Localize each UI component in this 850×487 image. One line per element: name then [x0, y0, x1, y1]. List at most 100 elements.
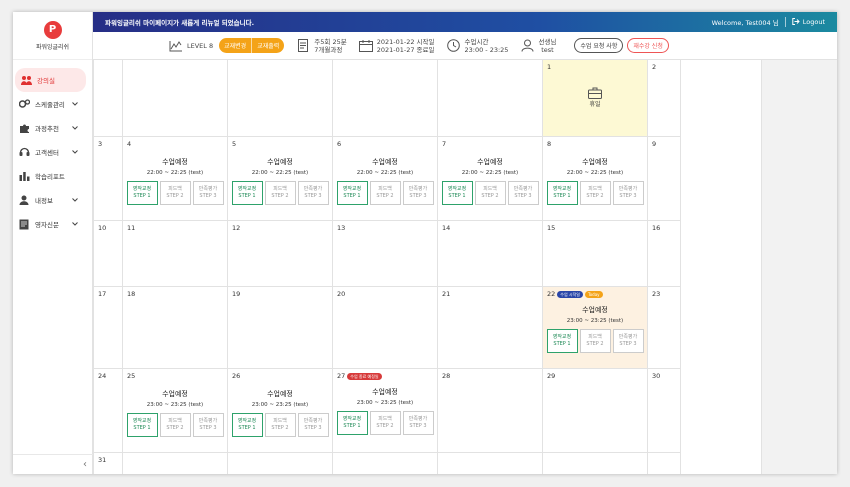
step-1-button[interactable]: 영작교정 STEP 1 [231, 413, 263, 437]
calendar-day[interactable]: 4 수업예정 22:00 ~ 22:25 (test) 영작교정 STEP 1 피드백 ST… [123, 137, 228, 221]
step-1-button[interactable]: 영작교정 STEP 1 [441, 181, 473, 205]
class-request-button[interactable]: 수업 요청 사항 [574, 38, 624, 53]
teacher-name: test [541, 45, 554, 54]
step-3-button[interactable]: 만족평가 STEP 3 [612, 181, 644, 205]
calendar-day[interactable]: 12 [228, 221, 333, 287]
calendar-day[interactable]: 13 [333, 221, 438, 287]
step-1-button[interactable]: 영작교정 STEP 1 [336, 181, 368, 205]
calendar-day[interactable]: 21 [438, 287, 543, 369]
sidebar-item-6[interactable]: 영자신문 [13, 212, 92, 236]
step-2-button[interactable]: 피드백 STEP 2 [159, 181, 191, 205]
calendar-day[interactable] [648, 453, 681, 474]
step-2-button[interactable]: 피드백 STEP 2 [159, 413, 191, 437]
sidebar-item-2[interactable]: 과정추천 [13, 116, 92, 140]
calendar-day[interactable]: 18 [123, 287, 228, 369]
step-2-button[interactable]: 피드백 STEP 2 [579, 329, 611, 353]
sidebar-item-0[interactable]: 강의실 [15, 68, 86, 92]
calendar-day[interactable]: 7 수업예정 22:00 ~ 22:25 (test) 영작교정 STEP 1 피드백 ST… [438, 137, 543, 221]
step-1-button[interactable]: 영작교정 STEP 1 [126, 413, 158, 437]
step-3-button[interactable]: 만족평가 STEP 3 [507, 181, 539, 205]
step-3-button[interactable]: 만족평가 STEP 3 [402, 411, 434, 435]
calendar-day[interactable]: 16 [648, 221, 681, 287]
sidebar-item-5[interactable]: 내정보 [13, 188, 92, 212]
calendar-day[interactable]: 6 수업예정 22:00 ~ 22:25 (test) 영작교정 STEP 1 피드백 ST… [333, 137, 438, 221]
calendar-day[interactable]: 22 수업 시작일 Today 수업예정 23:00 ~ 23:25 (test) 영작교… [543, 287, 648, 369]
change-book-button[interactable]: 교재변경 [219, 38, 252, 53]
day-number: 1 [547, 63, 552, 71]
calendar-day[interactable]: 15 [543, 221, 648, 287]
calendar-day[interactable]: 5 수업예정 22:00 ~ 22:25 (test) 영작교정 STEP 1 피드백 ST… [228, 137, 333, 221]
calendar-day[interactable]: 26 수업예정 23:00 ~ 23:25 (test) 영작교정 STEP 1 피드백 S… [228, 369, 333, 453]
lesson-time: 22:00 ~ 22:25 (test) [251, 170, 309, 176]
calendar-day[interactable]: 17 [94, 287, 123, 369]
calendar-day[interactable]: 1 휴일 [543, 60, 648, 137]
step-title: 피드백 [273, 418, 287, 424]
calendar-day[interactable] [438, 453, 543, 474]
sidebar-collapse-button[interactable]: ‹ [13, 454, 93, 474]
calendar-day[interactable]: 14 [438, 221, 543, 287]
sidebar-item-3[interactable]: 고객센터 [13, 140, 92, 164]
step-2-button[interactable]: 피드백 STEP 2 [369, 411, 401, 435]
calendar-day[interactable]: 31 [94, 453, 123, 474]
calendar-day[interactable]: 29 [543, 369, 648, 453]
calendar-day[interactable] [228, 453, 333, 474]
step-3-button[interactable]: 만족평가 STEP 3 [192, 413, 224, 437]
calendar-day[interactable]: 25 수업예정 23:00 ~ 23:25 (test) 영작교정 STEP 1 피드백 S… [123, 369, 228, 453]
calendar-day[interactable] [228, 60, 333, 137]
step-3-button[interactable]: 만족평가 STEP 3 [297, 413, 329, 437]
step-1-button[interactable]: 영작교정 STEP 1 [546, 181, 578, 205]
step-1-button[interactable]: 영작교정 STEP 1 [546, 329, 578, 353]
step-buttons: 영작교정 STEP 1 피드백 STEP 2 만족평가 STEP 3 [228, 181, 332, 205]
calendar-day[interactable]: 28 [438, 369, 543, 453]
step-2-button[interactable]: 피드백 STEP 2 [369, 181, 401, 205]
step-2-button[interactable]: 피드백 STEP 2 [264, 181, 296, 205]
calendar-day[interactable]: 2 [648, 60, 681, 137]
calendar-day[interactable] [543, 453, 648, 474]
retake-apply-button[interactable]: 재수강 신청 [627, 38, 669, 53]
status-badge: Today [584, 290, 603, 298]
calendar-day[interactable] [438, 60, 543, 137]
step-3-button[interactable]: 만족평가 STEP 3 [612, 329, 644, 353]
calendar-day[interactable]: 10 [94, 221, 123, 287]
step-2-button[interactable]: 피드백 STEP 2 [474, 181, 506, 205]
calendar-day[interactable]: 19 [228, 287, 333, 369]
course-info-bar: LEVEL 8 교재변경 교재출력 주5회 25분 7개월과정 2021-01-… [93, 32, 837, 60]
step-3-button[interactable]: 만족평가 STEP 3 [297, 181, 329, 205]
time-label: 수업시간 [464, 37, 489, 46]
sidebar-item-1[interactable]: 스케줄관리 [13, 92, 92, 116]
calendar-day[interactable]: 11 [123, 221, 228, 287]
calendar-day[interactable]: 9 [648, 137, 681, 221]
calendar-day[interactable]: 30 [648, 369, 681, 453]
step-1-button[interactable]: 영작교정 STEP 1 [231, 181, 263, 205]
step-1-button[interactable]: 영작교정 STEP 1 [336, 411, 368, 435]
document-icon [296, 39, 310, 53]
day-number: 10 [98, 224, 107, 232]
calendar-day[interactable] [333, 60, 438, 137]
brand-logo[interactable]: P 파워잉글리쉬 [13, 12, 92, 60]
step-title: 영작교정 [237, 418, 257, 424]
calendar-day[interactable]: 24 [94, 369, 123, 453]
calendar-day[interactable]: 8 수업예정 22:00 ~ 22:25 (test) 영작교정 STEP 1 피드백 ST… [543, 137, 648, 221]
lesson-title: 수업예정 [372, 388, 398, 396]
logout-button[interactable]: Logout [792, 17, 825, 27]
calendar-day[interactable]: 3 [94, 137, 123, 221]
holiday-label: 휴일 [589, 101, 601, 108]
calendar-day[interactable] [333, 453, 438, 474]
day-number: 20 [337, 290, 346, 298]
sidebar-item-4[interactable]: 학습리포트 [13, 164, 92, 188]
step-buttons: 영작교정 STEP 1 피드백 STEP 2 만족평가 STEP 3 [123, 181, 227, 205]
calendar-day[interactable] [123, 60, 228, 137]
calendar-day[interactable] [94, 60, 123, 137]
step-3-button[interactable]: 만족평가 STEP 3 [402, 181, 434, 205]
step-3-button[interactable]: 만족평가 STEP 3 [192, 181, 224, 205]
calendar-day[interactable]: 20 [333, 287, 438, 369]
day-header: 7 [442, 140, 446, 148]
calendar-day[interactable] [123, 453, 228, 474]
step-2-button[interactable]: 피드백 STEP 2 [579, 181, 611, 205]
print-book-button[interactable]: 교재출력 [251, 38, 285, 53]
day-number: 3 [98, 140, 103, 148]
calendar-day[interactable]: 23 [648, 287, 681, 369]
step-1-button[interactable]: 영작교정 STEP 1 [126, 181, 158, 205]
calendar-day[interactable]: 27 수업 종료 예정일 수업예정 23:00 ~ 23:25 (test) 영작교정 S… [333, 369, 438, 453]
step-2-button[interactable]: 피드백 STEP 2 [264, 413, 296, 437]
